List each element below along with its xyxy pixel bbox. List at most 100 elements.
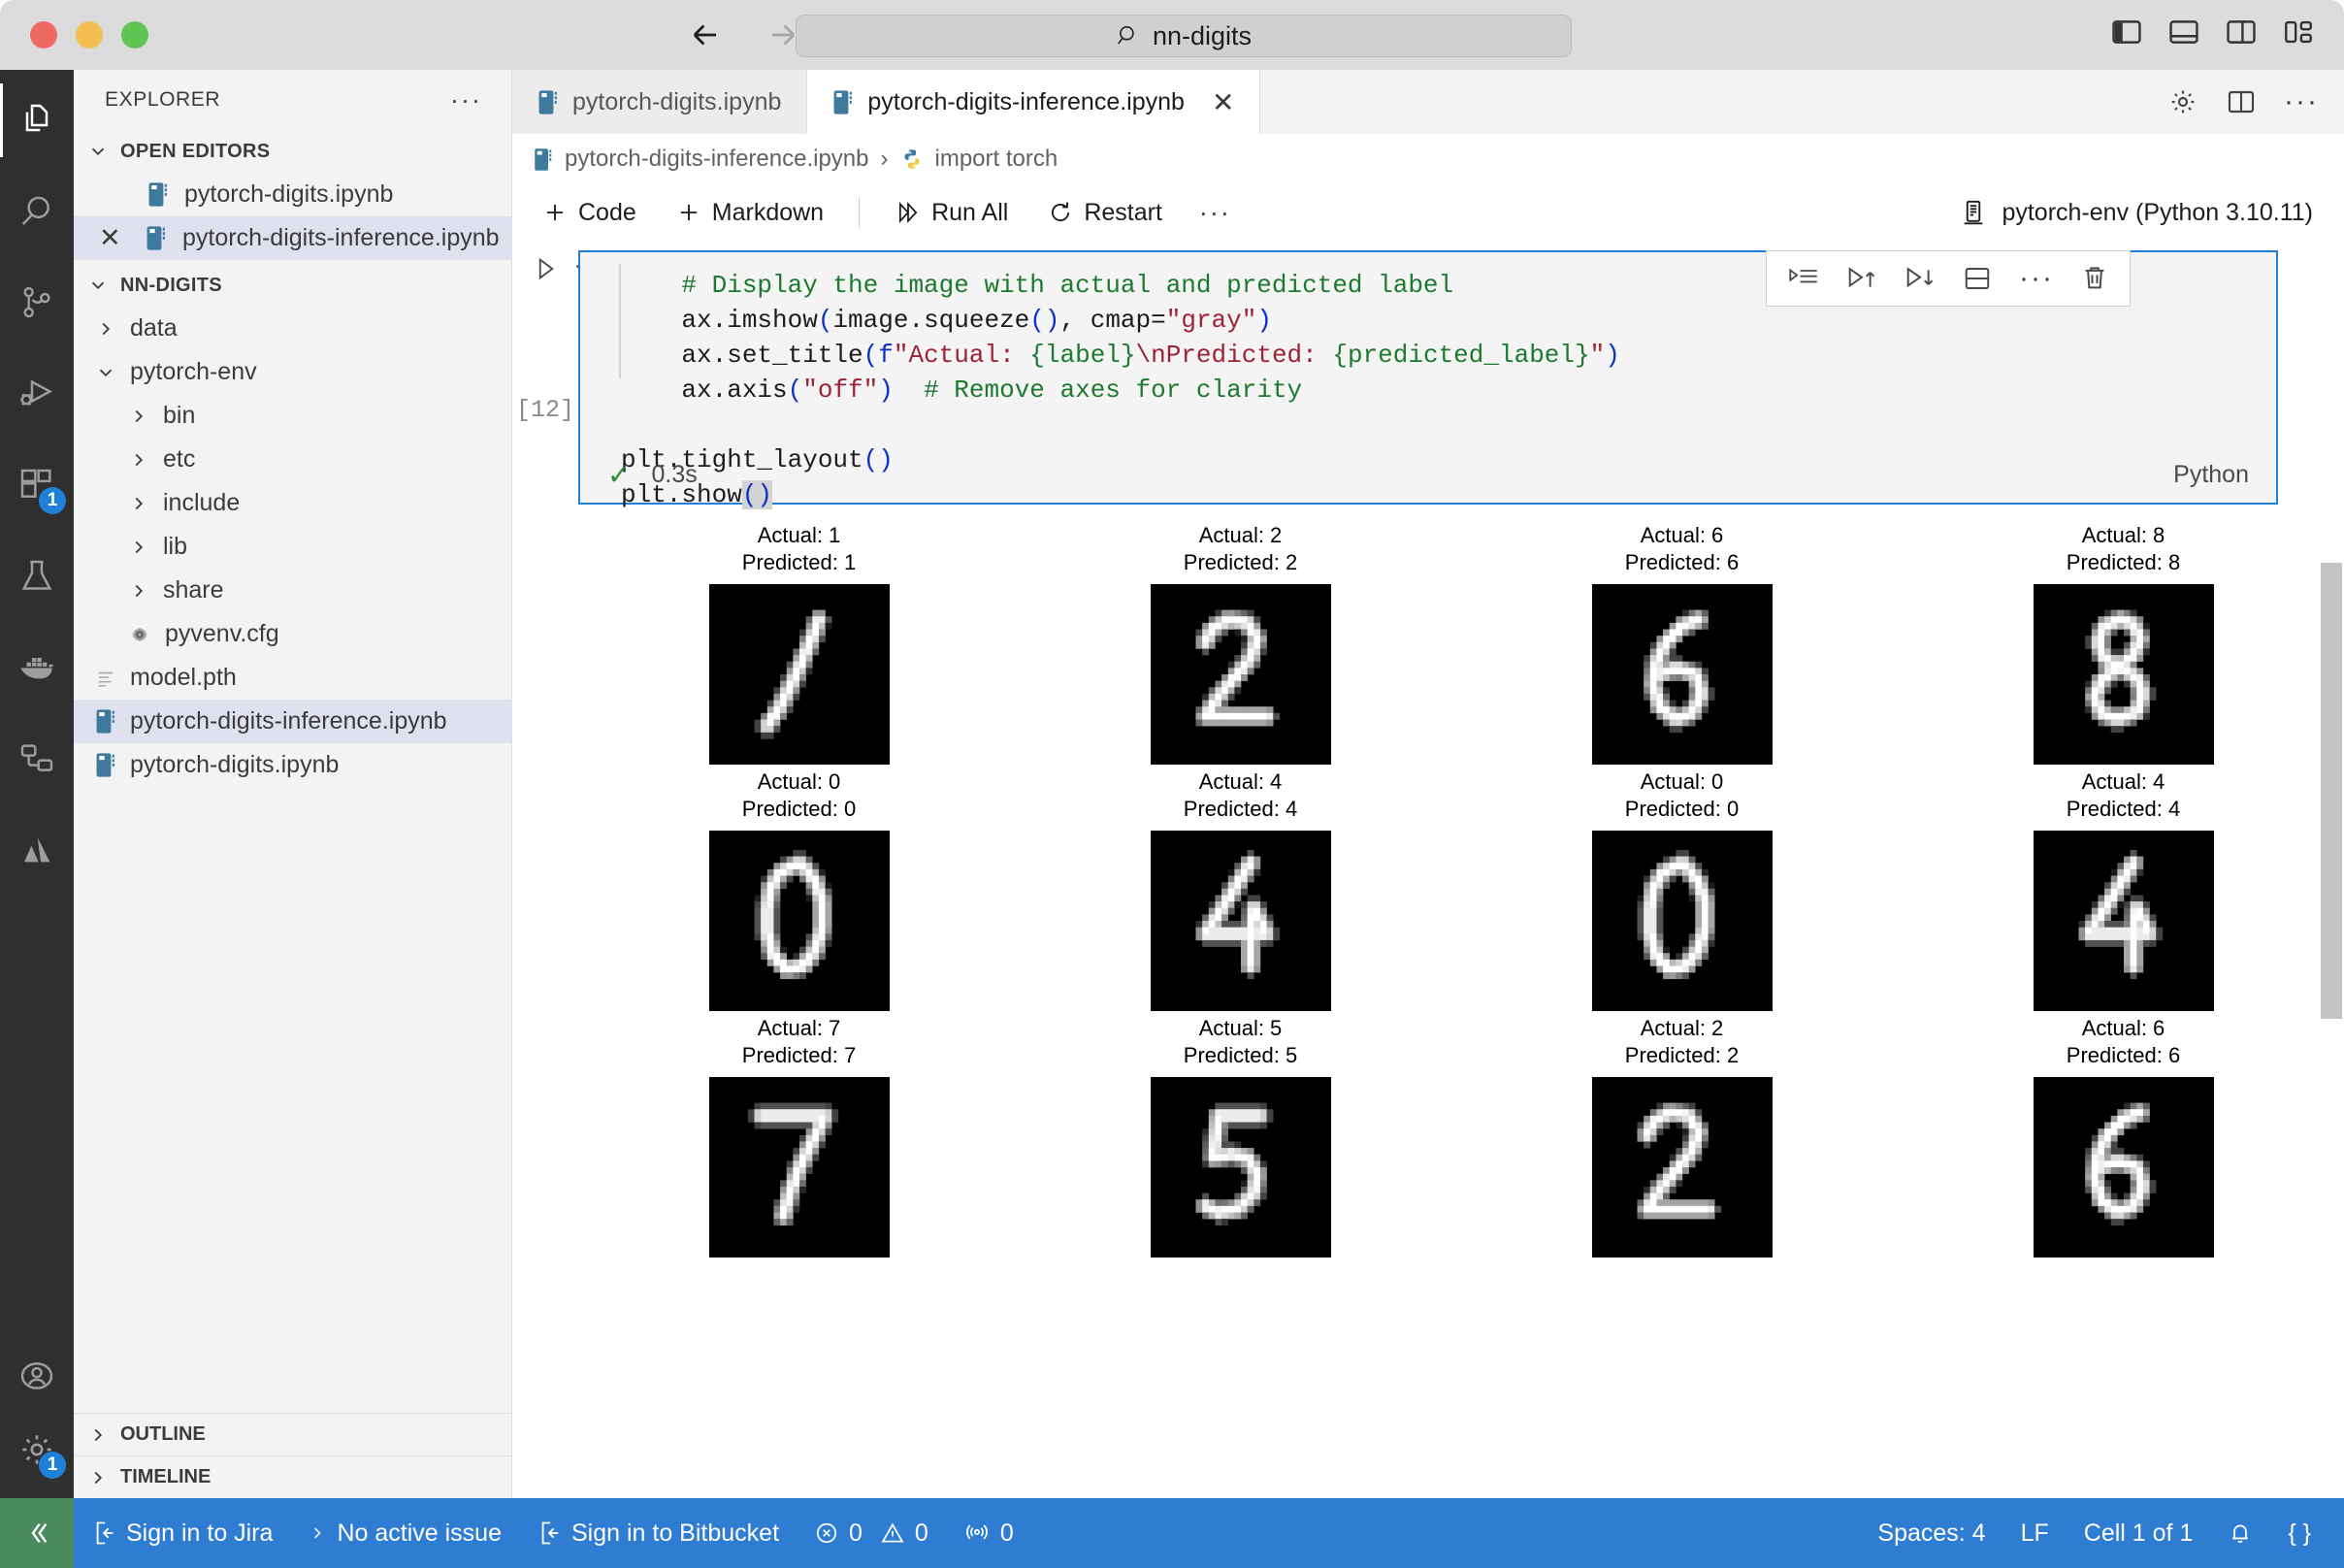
status-json-brackets[interactable]: { } bbox=[2270, 1498, 2344, 1568]
sidebar-item-search[interactable] bbox=[0, 175, 74, 248]
run-cell-icon[interactable] bbox=[532, 254, 561, 283]
execute-above-cells-icon[interactable] bbox=[1846, 264, 1877, 293]
sidebar-item-accounts[interactable] bbox=[0, 1339, 74, 1413]
tree-item-data[interactable]: data bbox=[74, 307, 511, 350]
cell-success-icon: ✓ bbox=[607, 459, 630, 491]
run-all-button[interactable]: Run All bbox=[879, 190, 1024, 235]
digit-image bbox=[2034, 831, 2214, 1011]
close-icon[interactable]: ✕ bbox=[99, 223, 132, 253]
status-jira-label: Sign in to Jira bbox=[126, 1519, 273, 1548]
tree-item-lib[interactable]: lib bbox=[74, 525, 511, 569]
add-markdown-cell-button[interactable]: Markdown bbox=[660, 190, 839, 235]
chevron-right-icon[interactable] bbox=[95, 318, 116, 340]
actual-label: Actual: 4 bbox=[2082, 768, 2165, 796]
restart-kernel-button[interactable]: Restart bbox=[1031, 190, 1178, 235]
indent-guide bbox=[619, 264, 621, 378]
tree-item-bin[interactable]: bin bbox=[74, 394, 511, 438]
close-icon[interactable]: ✕ bbox=[1212, 86, 1234, 118]
sidebar-item-docker[interactable] bbox=[0, 631, 74, 704]
tab-pytorch-digits-inference[interactable]: pytorch-digits-inference.ipynb ✕ bbox=[807, 70, 1260, 134]
status-problems[interactable]: 0 0 bbox=[797, 1498, 946, 1568]
explorer-more-actions-icon[interactable]: ··· bbox=[450, 87, 482, 114]
output-scrollbar[interactable] bbox=[2321, 563, 2342, 1019]
chevron-right-icon[interactable] bbox=[128, 537, 149, 558]
remote-window-button[interactable] bbox=[0, 1498, 74, 1568]
status-jira[interactable]: Sign in to Jira bbox=[74, 1498, 290, 1568]
status-eol[interactable]: LF bbox=[2003, 1498, 2067, 1568]
sidebar-item-remote-explorer[interactable] bbox=[0, 722, 74, 796]
cell-more-actions-icon[interactable]: ··· bbox=[2019, 264, 2054, 293]
minimize-window-button[interactable] bbox=[76, 21, 103, 49]
sidebar-item-source-control[interactable] bbox=[0, 266, 74, 340]
section-workspace-folder[interactable]: NN-DIGITS bbox=[74, 264, 511, 307]
status-indentation[interactable]: Spaces: 4 bbox=[1860, 1498, 2002, 1568]
cell-language[interactable]: Python bbox=[2173, 461, 2249, 489]
kernel-label: pytorch-env (Python 3.10.11) bbox=[2002, 199, 2313, 227]
tree-item-label: pytorch-digits.ipynb bbox=[130, 751, 339, 779]
tree-item-etc[interactable]: etc bbox=[74, 438, 511, 481]
tree-item-pyvenv-cfg[interactable]: pyvenv.cfg bbox=[74, 612, 511, 656]
notebook-file-icon bbox=[537, 89, 559, 115]
tree-item-pytorch-digits-inference-ipynb[interactable]: pytorch-digits-inference.ipynb bbox=[74, 700, 511, 743]
tree-item-label: bin bbox=[163, 402, 195, 430]
explorer-title-label: EXPLORER bbox=[105, 88, 220, 112]
open-editor-row[interactable]: pytorch-digits.ipynb bbox=[74, 173, 511, 216]
close-window-button[interactable] bbox=[30, 21, 57, 49]
section-timeline[interactable]: TIMELINE bbox=[74, 1455, 512, 1498]
sidebar-item-explorer[interactable] bbox=[0, 83, 74, 157]
tree-item-pytorch-digits-ipynb[interactable]: pytorch-digits.ipynb bbox=[74, 743, 511, 787]
actual-label: Actual: 1 bbox=[758, 522, 841, 549]
split-editor-icon[interactable] bbox=[2226, 86, 2257, 117]
kernel-picker[interactable]: pytorch-env (Python 3.10.11) bbox=[1959, 198, 2344, 227]
predicted-label: Predicted: 6 bbox=[2067, 1042, 2180, 1069]
section-outline[interactable]: OUTLINE bbox=[74, 1413, 512, 1455]
gear-icon[interactable] bbox=[2167, 86, 2198, 117]
toggle-panel-icon[interactable] bbox=[2167, 16, 2200, 49]
status-cell-position[interactable]: Cell 1 of 1 bbox=[2067, 1498, 2211, 1568]
notebook-file-icon bbox=[95, 708, 116, 735]
open-editor-row[interactable]: ✕ pytorch-digits-inference.ipynb bbox=[74, 216, 511, 260]
sidebar-item-extensions[interactable]: 1 bbox=[0, 448, 74, 522]
tab-pytorch-digits[interactable]: pytorch-digits.ipynb bbox=[512, 70, 807, 134]
tree-item-share[interactable]: share bbox=[74, 569, 511, 612]
breadcrumb-file[interactable]: pytorch-digits-inference.ipynb bbox=[565, 146, 869, 173]
status-notifications[interactable] bbox=[2210, 1498, 2270, 1568]
chevron-right-icon[interactable] bbox=[128, 449, 149, 471]
customize-layout-icon[interactable] bbox=[2282, 16, 2315, 49]
sidebar-item-atlassian[interactable] bbox=[0, 813, 74, 887]
status-active-issue[interactable]: No active issue bbox=[290, 1498, 519, 1568]
status-ports[interactable]: 0 bbox=[946, 1498, 1031, 1568]
digit-result-item: Actual: 7Predicted: 7 bbox=[578, 1011, 1020, 1258]
warning-icon bbox=[880, 1520, 905, 1546]
tree-item-include[interactable]: include bbox=[74, 481, 511, 525]
execute-cell-and-below-icon[interactable] bbox=[1904, 264, 1936, 293]
back-arrow-icon[interactable] bbox=[687, 16, 724, 53]
layout-controls bbox=[2110, 16, 2315, 49]
editor-tab-bar: pytorch-digits.ipynb pytorch-digits-infe… bbox=[512, 70, 2344, 134]
chevron-right-icon[interactable] bbox=[128, 580, 149, 602]
command-center-search[interactable]: nn-digits bbox=[796, 15, 1572, 57]
delete-cell-icon[interactable] bbox=[2081, 264, 2108, 293]
section-open-editors[interactable]: OPEN EDITORS bbox=[74, 130, 511, 173]
status-active-issue-label: No active issue bbox=[337, 1519, 502, 1548]
sidebar-item-run-and-debug[interactable] bbox=[0, 357, 74, 431]
breadcrumb-symbol[interactable]: import torch bbox=[935, 146, 1058, 173]
status-bitbucket[interactable]: Sign in to Bitbucket bbox=[519, 1498, 797, 1568]
split-cell-icon[interactable] bbox=[1963, 265, 1992, 292]
tree-item-pytorch-env[interactable]: pytorch-env bbox=[74, 350, 511, 394]
tree-item-model-pth[interactable]: model.pth bbox=[74, 656, 511, 700]
maximize-window-button[interactable] bbox=[121, 21, 148, 49]
sidebar-item-manage[interactable]: 1 bbox=[0, 1413, 74, 1486]
toggle-primary-sidebar-icon[interactable] bbox=[2110, 16, 2143, 49]
notebook-code-cell[interactable]: # Display the image with actual and pred… bbox=[578, 250, 2278, 505]
notebook-more-actions-icon[interactable]: ··· bbox=[1186, 200, 1245, 226]
chevron-right-icon[interactable] bbox=[128, 493, 149, 514]
chevron-right-icon bbox=[87, 1467, 109, 1488]
add-code-cell-button[interactable]: Code bbox=[526, 190, 652, 235]
run-by-line-icon[interactable] bbox=[1788, 266, 1819, 291]
toggle-secondary-sidebar-icon[interactable] bbox=[2225, 16, 2258, 49]
more-actions-icon[interactable]: ··· bbox=[2284, 87, 2319, 116]
chevron-down-icon[interactable] bbox=[95, 362, 116, 383]
chevron-right-icon[interactable] bbox=[128, 406, 149, 427]
sidebar-item-testing[interactable] bbox=[0, 539, 74, 613]
